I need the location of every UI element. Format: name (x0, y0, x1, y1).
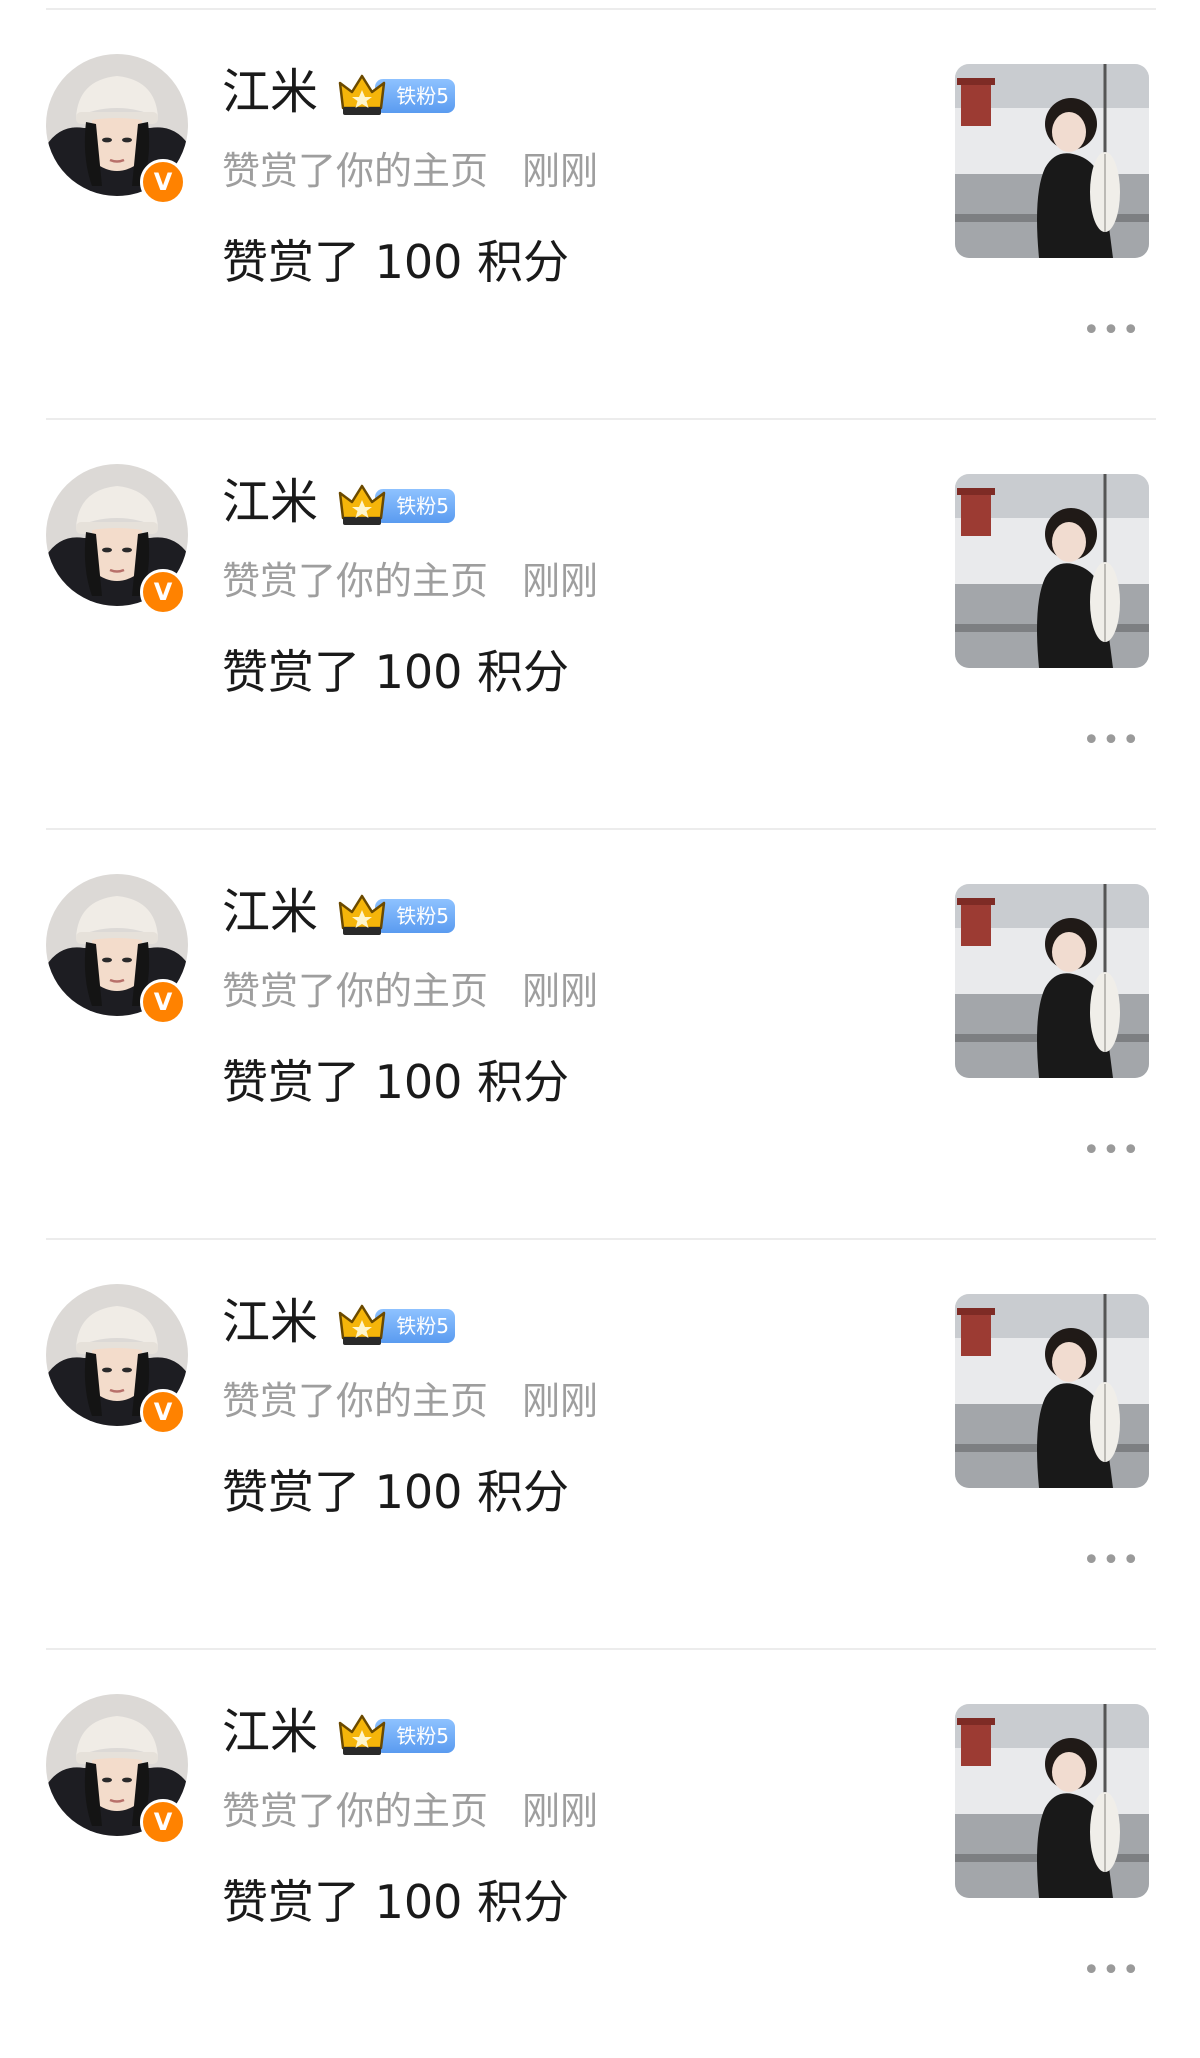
more-options-icon[interactable]: ••• (1082, 1954, 1142, 1988)
thumbnail-image (955, 884, 1149, 1078)
crown-icon (338, 484, 386, 525)
username[interactable]: 江米 (222, 1702, 318, 1762)
notification-content: 赞赏了 100 积分 (222, 235, 570, 289)
action-text: 赞赏了你的主页 (222, 1379, 489, 1423)
more-options-icon[interactable]: ••• (1082, 1134, 1142, 1168)
username[interactable]: 江米 (222, 882, 318, 942)
action-text: 赞赏了你的主页 (222, 1789, 489, 1833)
fan-level-label: 铁粉5 (375, 1309, 455, 1343)
notification-content: 赞赏了 100 积分 (222, 645, 570, 699)
timestamp: 刚刚 (522, 559, 599, 603)
verified-badge-icon: V (140, 159, 186, 205)
post-thumbnail[interactable] (955, 884, 1149, 1078)
timestamp: 刚刚 (522, 149, 599, 193)
notification-item: V 江米 铁粉5 赞赏了你的主页 刚刚 赞赏了 100 积分 ••• (0, 8, 1200, 418)
fan-level-label: 铁粉5 (375, 1719, 455, 1753)
fan-badge[interactable]: 铁粉5 (337, 70, 459, 120)
divider (46, 828, 1156, 830)
verified-badge-icon: V (140, 569, 186, 615)
post-thumbnail[interactable] (955, 64, 1149, 258)
verified-badge-icon: V (140, 1389, 186, 1435)
notification-item: V 江米 铁粉5 赞赏了你的主页 刚刚 赞赏了 100 积分 ••• (0, 1648, 1200, 2058)
fan-level-label: 铁粉5 (375, 489, 455, 523)
divider (46, 1238, 1156, 1240)
notification-content: 赞赏了 100 积分 (222, 1875, 570, 1929)
fan-level-label: 铁粉5 (375, 79, 455, 113)
action-text: 赞赏了你的主页 (222, 149, 489, 193)
timestamp: 刚刚 (522, 1789, 599, 1833)
notification-list: V 江米 铁粉5 赞赏了你的主页 刚刚 赞赏了 100 积分 ••• V 江米 … (0, 0, 1200, 2054)
username[interactable]: 江米 (222, 1292, 318, 1352)
fan-badge[interactable]: 铁粉5 (337, 480, 459, 530)
thumbnail-image (955, 474, 1149, 668)
more-options-icon[interactable]: ••• (1082, 1544, 1142, 1578)
divider (46, 418, 1156, 420)
notification-item: V 江米 铁粉5 赞赏了你的主页 刚刚 赞赏了 100 积分 ••• (0, 418, 1200, 828)
divider (46, 8, 1156, 10)
verified-badge-icon: V (140, 979, 186, 1025)
verified-badge-icon: V (140, 1799, 186, 1845)
more-options-icon[interactable]: ••• (1082, 314, 1142, 348)
thumbnail-image (955, 1704, 1149, 1898)
thumbnail-image (955, 1294, 1149, 1488)
fan-badge[interactable]: 铁粉5 (337, 890, 459, 940)
timestamp: 刚刚 (522, 1379, 599, 1423)
notification-content: 赞赏了 100 积分 (222, 1055, 570, 1109)
fan-level-label: 铁粉5 (375, 899, 455, 933)
fan-badge[interactable]: 铁粉5 (337, 1300, 459, 1350)
username[interactable]: 江米 (222, 62, 318, 122)
post-thumbnail[interactable] (955, 1704, 1149, 1898)
notification-item: V 江米 铁粉5 赞赏了你的主页 刚刚 赞赏了 100 积分 ••• (0, 828, 1200, 1238)
more-options-icon[interactable]: ••• (1082, 724, 1142, 758)
crown-icon (338, 74, 386, 115)
post-thumbnail[interactable] (955, 474, 1149, 668)
post-thumbnail[interactable] (955, 1294, 1149, 1488)
username[interactable]: 江米 (222, 472, 318, 532)
thumbnail-image (955, 64, 1149, 258)
crown-icon (338, 1714, 386, 1755)
action-text: 赞赏了你的主页 (222, 559, 489, 603)
action-text: 赞赏了你的主页 (222, 969, 489, 1013)
notification-content: 赞赏了 100 积分 (222, 1465, 570, 1519)
crown-icon (338, 894, 386, 935)
fan-badge[interactable]: 铁粉5 (337, 1710, 459, 1760)
notification-item: V 江米 铁粉5 赞赏了你的主页 刚刚 赞赏了 100 积分 ••• (0, 1238, 1200, 1648)
timestamp: 刚刚 (522, 969, 599, 1013)
crown-icon (338, 1304, 386, 1345)
divider (46, 1648, 1156, 1650)
